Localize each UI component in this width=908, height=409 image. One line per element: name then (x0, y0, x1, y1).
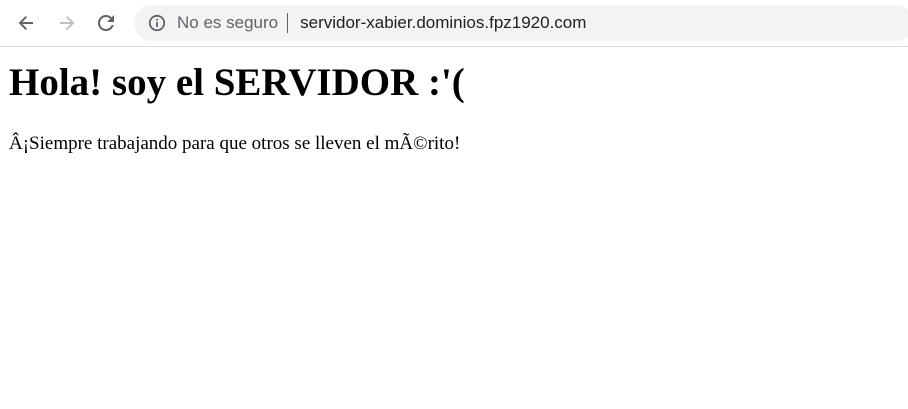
address-bar[interactable]: No es seguro servidor-xabier.dominios.fp… (134, 5, 908, 41)
reload-icon (96, 13, 116, 33)
page-message: Â¡Siempre trabajando para que otros se l… (9, 133, 461, 154)
info-circle-icon[interactable] (148, 14, 166, 32)
arrow-left-icon (16, 13, 36, 33)
browser-toolbar: No es seguro servidor-xabier.dominios.fp… (0, 0, 908, 47)
security-status-label[interactable]: No es seguro (177, 13, 278, 33)
arrow-right-icon (57, 13, 77, 33)
reload-button[interactable] (90, 7, 122, 39)
url-text[interactable]: servidor-xabier.dominios.fpz1920.com (300, 13, 586, 33)
forward-button[interactable] (51, 7, 83, 39)
page-heading: Hola! soy el SERVIDOR :'( (9, 61, 465, 104)
page-content: Hola! soy el SERVIDOR :'( Â¡Siempre trab… (0, 61, 908, 155)
back-button[interactable] (10, 7, 42, 39)
omnibox-separator (287, 13, 289, 33)
